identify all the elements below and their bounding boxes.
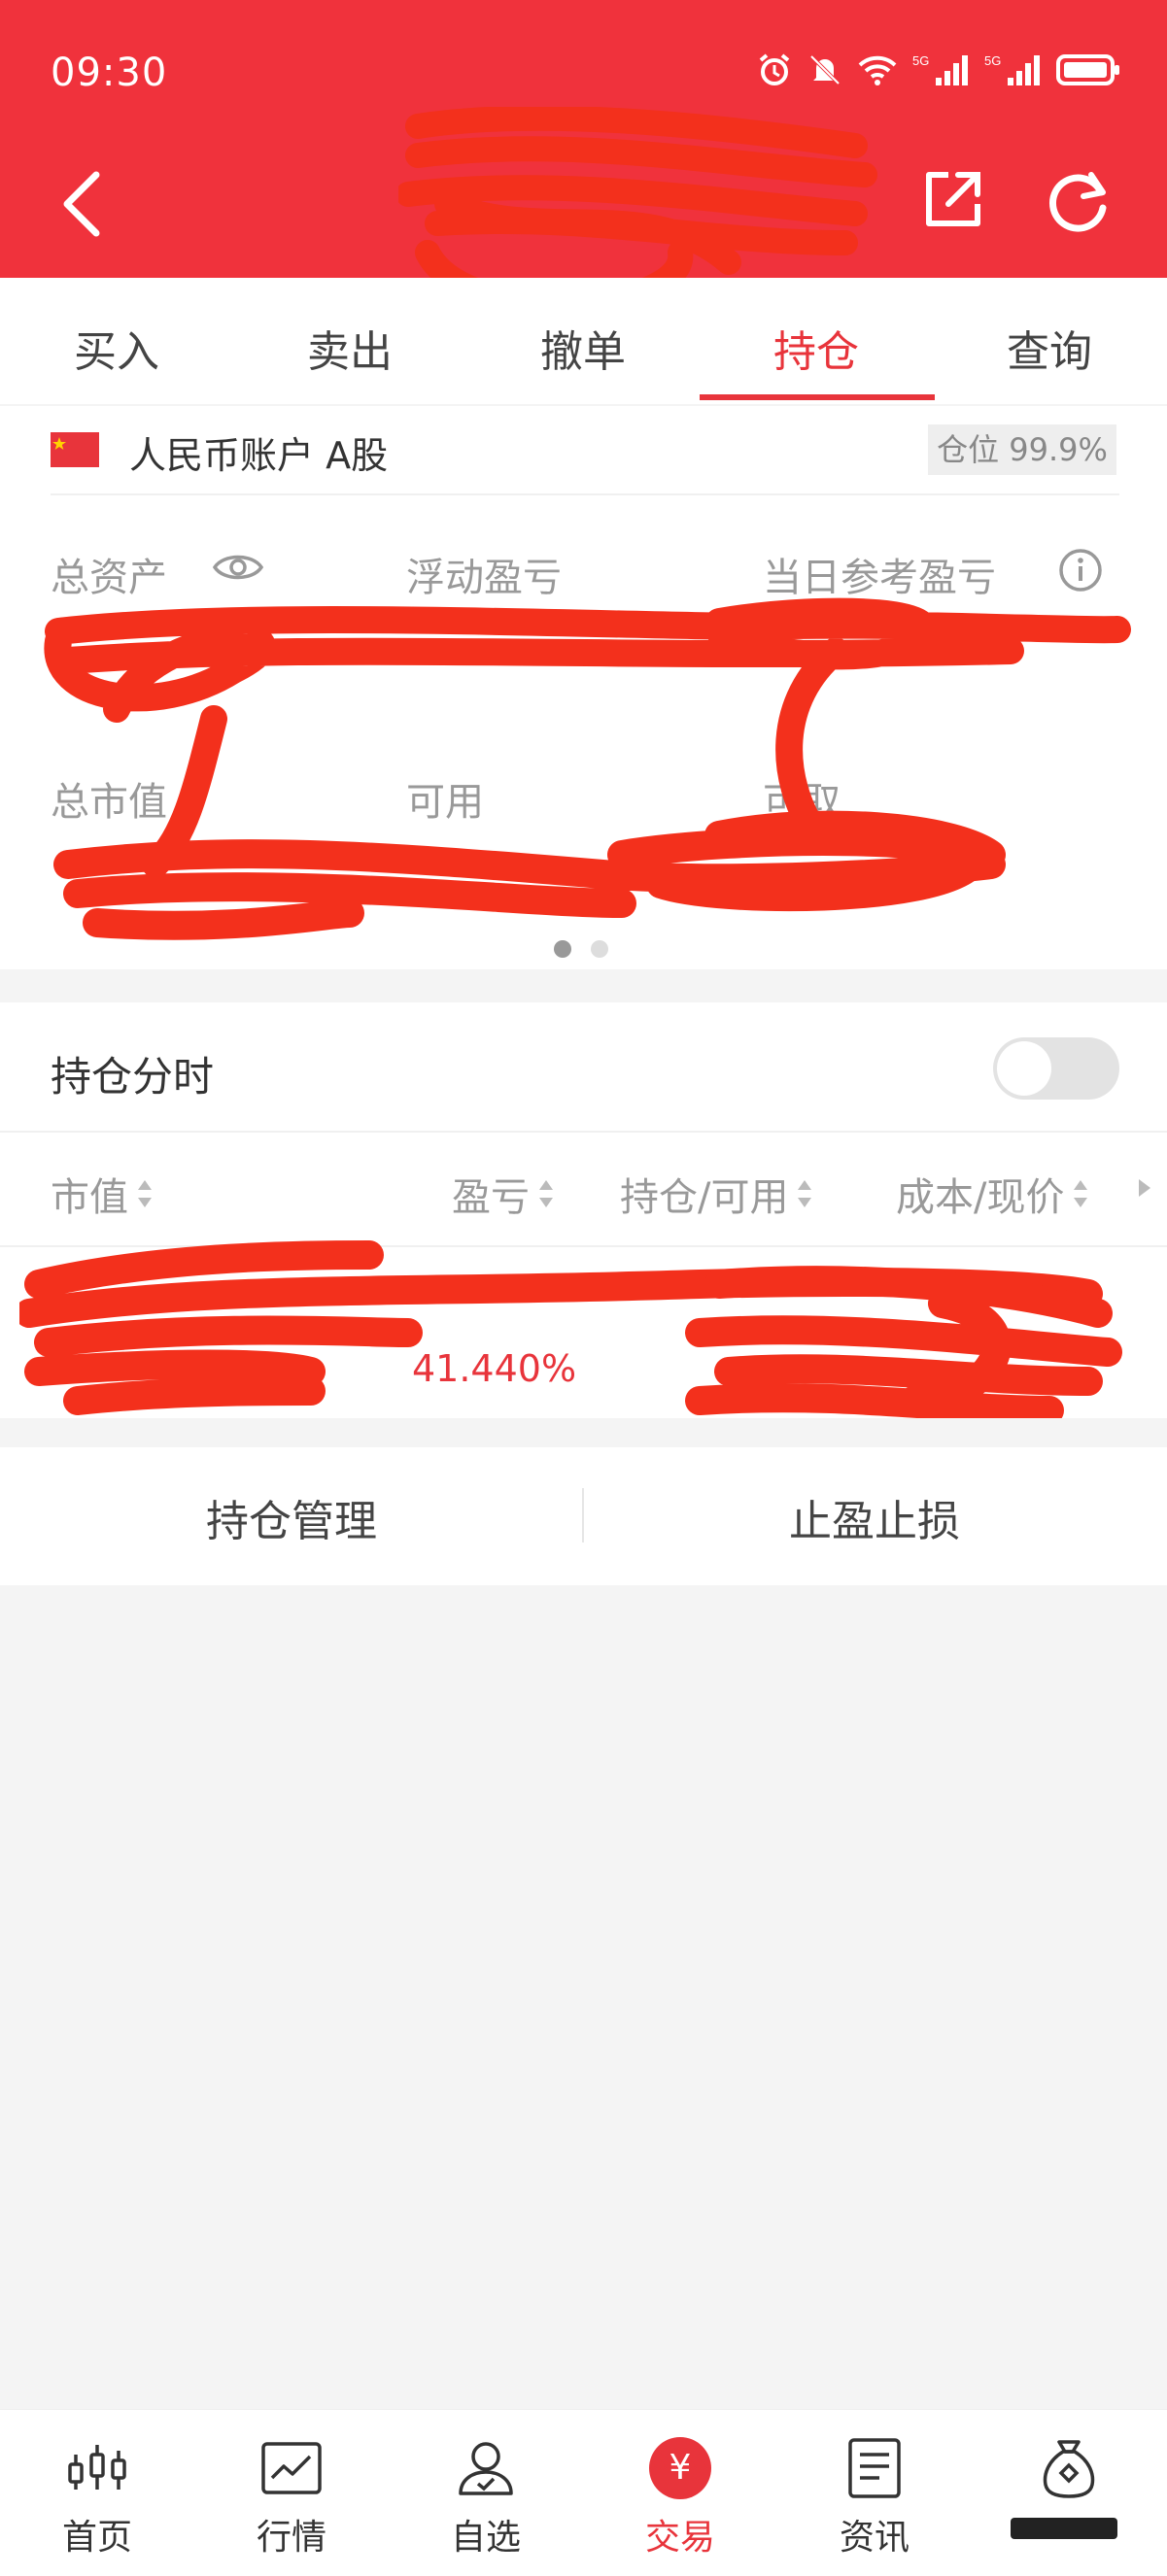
- mute-bell-icon: [809, 54, 841, 85]
- gesture-bar: [1011, 2518, 1117, 2539]
- col-label: 成本/现价: [896, 1175, 1065, 1220]
- page-indicator: [554, 940, 608, 958]
- floating-pl-label: 浮动盈亏: [406, 556, 562, 600]
- wifi-icon: [858, 55, 897, 85]
- col-label: 盈亏: [452, 1175, 530, 1220]
- action-separator: [582, 1488, 584, 1542]
- col-position-available[interactable]: 持仓/可用: [620, 1166, 813, 1222]
- money-bag-icon: [1043, 2440, 1095, 2498]
- col-cost-price[interactable]: 成本/现价: [896, 1166, 1089, 1222]
- nav-label: 交易: [644, 2518, 715, 2558]
- nav-trade[interactable]: ¥ 交易: [612, 2433, 748, 2559]
- intraday-toggle[interactable]: [993, 1037, 1119, 1100]
- nav-market[interactable]: 行情: [223, 2433, 360, 2559]
- divider: [0, 1245, 1167, 1247]
- candlestick-icon: [68, 2445, 126, 2490]
- sort-icon: [1074, 1180, 1088, 1207]
- divider: [51, 493, 1119, 495]
- market-value-label: 总市值: [51, 780, 167, 825]
- alarm-icon: [759, 53, 790, 85]
- nav-watchlist[interactable]: 自选: [418, 2433, 554, 2559]
- app-header: [0, 0, 1167, 278]
- nav-label: 行情: [256, 2518, 326, 2558]
- tab-query[interactable]: 查询: [952, 317, 1147, 379]
- info-icon[interactable]: [1057, 547, 1104, 593]
- svg-text:5G: 5G: [984, 53, 1001, 68]
- active-tab-underline: [700, 394, 935, 400]
- nav-label: 资讯: [839, 2518, 910, 2558]
- col-profit-loss[interactable]: 盈亏: [452, 1166, 555, 1222]
- tab-cancel-order[interactable]: 撤单: [486, 317, 680, 379]
- signal-5g-icon: 5G: [912, 53, 968, 85]
- page-dot-1: [554, 940, 571, 958]
- page-dot-2: [591, 940, 608, 958]
- user-check-icon: [459, 2442, 513, 2495]
- tab-buy[interactable]: 买入: [19, 317, 214, 379]
- refresh-icon[interactable]: [1045, 165, 1113, 233]
- china-flag-icon: [51, 432, 99, 467]
- yen-icon: ¥: [649, 2437, 711, 2499]
- account-name[interactable]: 人民币账户 A股: [129, 425, 388, 479]
- holding-profit-rate: 41.440%: [412, 1347, 577, 1390]
- account-card: [0, 406, 1167, 969]
- available-label: 可用: [406, 780, 484, 825]
- nav-news[interactable]: 资讯: [807, 2433, 943, 2559]
- nav-wealth[interactable]: [1001, 2433, 1137, 2509]
- sort-icon: [798, 1180, 812, 1207]
- sort-icon: [138, 1180, 152, 1207]
- divider: [0, 1131, 1167, 1133]
- position-manage-button[interactable]: 持仓管理: [97, 1486, 486, 1548]
- toggle-knob: [997, 1041, 1051, 1096]
- tab-positions[interactable]: 持仓: [719, 317, 913, 379]
- status-time: 09:30: [51, 51, 168, 95]
- section-gap: [0, 1418, 1167, 1447]
- holdings-title: 持仓分时: [51, 1053, 215, 1101]
- status-icons: 5G 5G: [757, 52, 1120, 87]
- svg-text:5G: 5G: [912, 53, 929, 68]
- sort-icon: [539, 1180, 553, 1207]
- take-profit-stop-loss-button[interactable]: 止盈止损: [680, 1486, 1069, 1548]
- share-external-icon[interactable]: [919, 167, 985, 233]
- nav-home[interactable]: 首页: [29, 2433, 165, 2559]
- back-chevron-icon[interactable]: [53, 165, 112, 243]
- document-icon: [848, 2438, 901, 2498]
- nav-label: 首页: [61, 2518, 132, 2558]
- scroll-right-icon[interactable]: [1137, 1177, 1152, 1199]
- battery-icon: [1056, 54, 1119, 85]
- position-ratio-badge: 仓位 99.9%: [928, 424, 1116, 475]
- nav-label: 自选: [450, 2518, 521, 2558]
- col-label: 持仓/可用: [620, 1175, 789, 1220]
- section-gap: [0, 971, 1167, 1002]
- bottom-nav: [0, 2409, 1167, 2576]
- total-assets-label: 总资产: [51, 556, 167, 600]
- tab-sell[interactable]: 卖出: [253, 317, 447, 379]
- withdrawable-label: 可取: [763, 780, 841, 825]
- chart-line-icon: [261, 2442, 322, 2494]
- eye-icon[interactable]: [212, 550, 264, 585]
- col-label: 市值: [51, 1175, 128, 1220]
- signal-5g-2-icon: 5G: [984, 53, 1040, 85]
- daily-pl-label: 当日参考盈亏: [763, 556, 996, 600]
- col-market-value[interactable]: 市值: [51, 1166, 154, 1222]
